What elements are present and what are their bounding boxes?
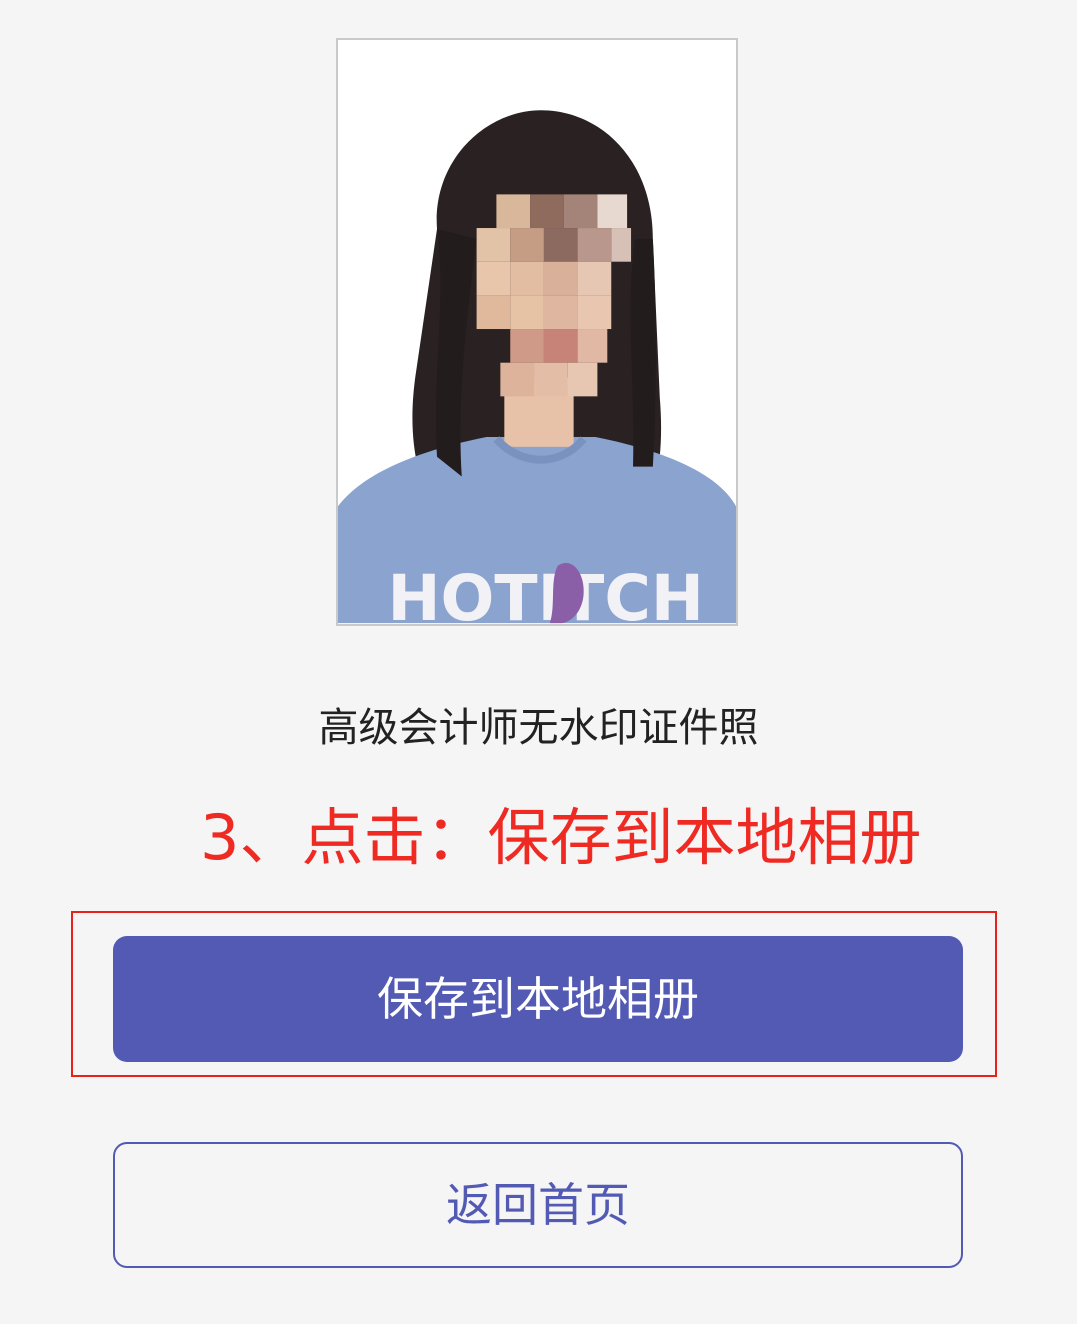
instruction-text: 3、点击：保存到本地相册	[200, 801, 922, 874]
photo-title: 高级会计师无水印证件照	[318, 705, 759, 751]
save-to-album-button[interactable]: 保存到本地相册	[113, 936, 963, 1062]
id-photo: HOTITCH	[336, 38, 738, 626]
return-home-button[interactable]: 返回首页	[113, 1142, 963, 1268]
shirt-graphic-text: HOTITCH	[388, 561, 704, 624]
id-photo-image: HOTITCH	[338, 40, 736, 624]
